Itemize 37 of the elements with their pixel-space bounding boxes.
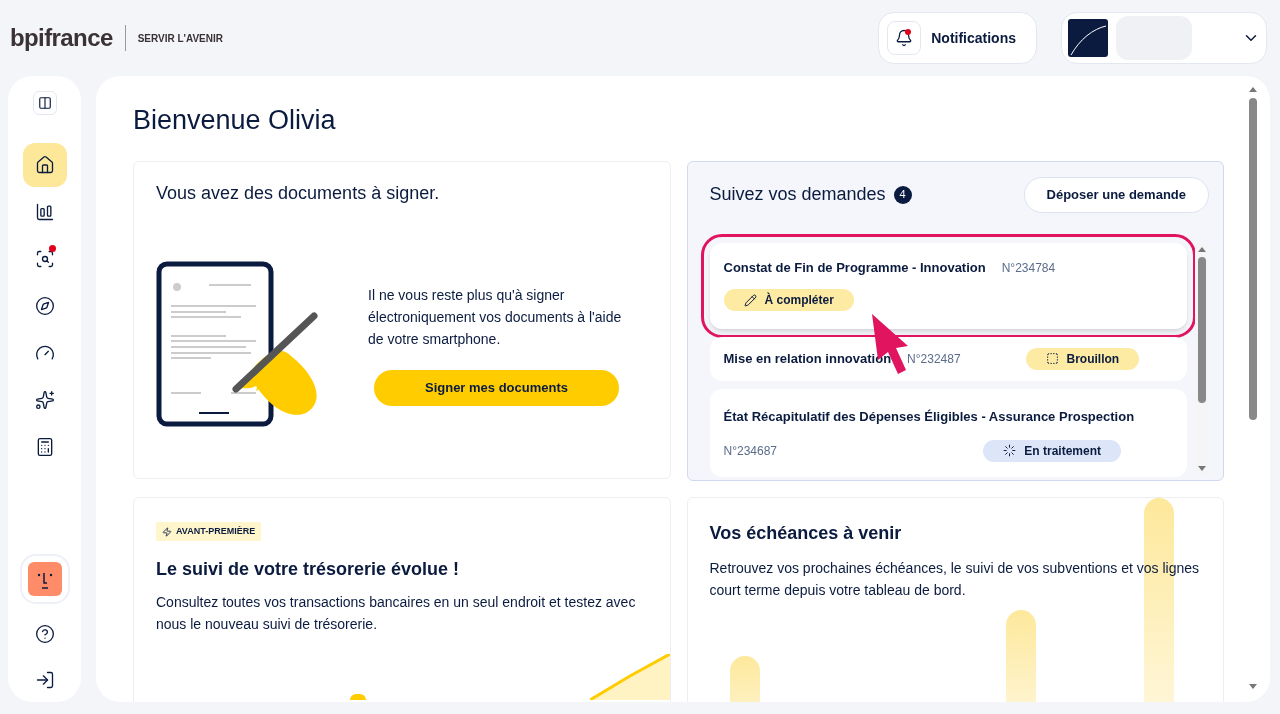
help-icon[interactable] <box>34 624 55 644</box>
loader-icon <box>1003 444 1017 457</box>
account-menu[interactable] <box>1061 12 1267 64</box>
request-number: N°232487 <box>907 350 961 368</box>
submit-request-button[interactable]: Déposer une demande <box>1023 176 1209 213</box>
pencil-icon <box>743 293 757 307</box>
card-title: Le suivi de votre trésorerie évolue ! <box>156 557 461 581</box>
deadlines-description: Retrouvez vos prochaines échéances, le suivi de vos subventions et vos lignes court terme depuis votre tableau de bord. <box>709 558 1200 600</box>
user-avatar[interactable] <box>19 554 70 604</box>
request-title: État Récapitulatif des Dépenses Éligibles - Assurance Prospection <box>723 408 1135 424</box>
card-title: Suivez vos demandes <box>709 183 886 206</box>
face-icon <box>27 562 62 596</box>
sign-documents-button[interactable]: Signer mes documents <box>374 369 619 406</box>
logo[interactable]: bpifrance <box>10 20 113 56</box>
request-number: N°234687 <box>723 442 777 460</box>
count-badge: 4 <box>893 185 912 204</box>
tagline: SERVIR L'AVENIR <box>137 31 223 46</box>
home-nav-icon[interactable] <box>22 143 67 187</box>
sign-description: Il ne vous reste plus qu'à signer électroniquement vos documents à l'aide de votre smartphone. <box>368 285 623 349</box>
request-card[interactable]: Mise en relation innovation N°232487 Brouillon <box>709 336 1187 381</box>
greeting: Bienvenue Olivia <box>133 104 337 137</box>
treasury-description: Consultez toutes vos transactions bancaires en un seul endroit et testez avec nous le nouveau suivi de trésorerie. <box>156 592 637 634</box>
status-tag: En traitement <box>983 439 1121 462</box>
request-card[interactable]: État Récapitulatif des Dépenses Éligibles - Assurance Prospection N°234687 En traitement <box>709 388 1187 477</box>
request-title: Constat de Fin de Programme - Innovation <box>723 258 986 277</box>
card-title: Vous avez des documents à signer. <box>156 181 441 205</box>
logout-icon[interactable] <box>34 670 55 690</box>
tag: AVANT-PREMIÈRE <box>156 521 262 542</box>
company-logo-icon <box>1068 19 1108 57</box>
lightning-icon <box>162 526 172 537</box>
status-tag: À compléter <box>723 289 854 311</box>
card-title: Vos échéances à venir <box>709 521 903 545</box>
notifications-button[interactable]: Notifications <box>878 12 1037 64</box>
status-tag: Brouillon <box>1025 347 1140 370</box>
panel-toggle-icon[interactable] <box>32 91 57 115</box>
request-title: Mise en relation innovation <box>723 349 892 368</box>
request-number: N°234784 <box>1001 259 1056 277</box>
